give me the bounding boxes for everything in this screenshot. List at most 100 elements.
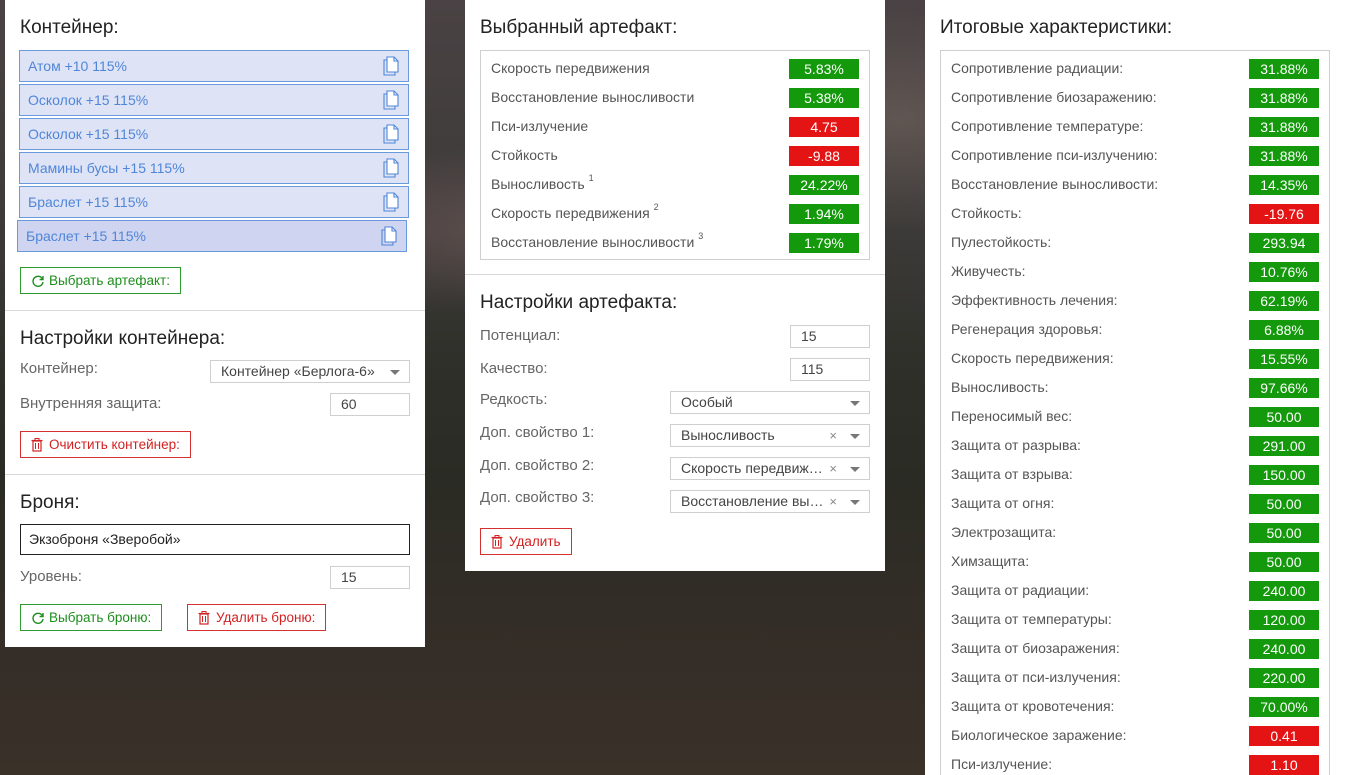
stat-name-text: Сопротивление биозаражению: xyxy=(951,89,1157,105)
container-item-label: Браслет +15 115% xyxy=(28,194,148,210)
container-item[interactable]: Осколок +15 115% xyxy=(19,118,409,150)
trash-icon xyxy=(198,611,210,625)
delete-armor-label: Удалить броню: xyxy=(216,610,316,625)
stat-name-text: Восстановление выносливости: xyxy=(951,176,1159,192)
stat-value-badge: 50.00 xyxy=(1249,552,1319,572)
artifact-settings-title: Настройки артефакта: xyxy=(480,292,678,313)
copy-icon[interactable] xyxy=(382,158,400,178)
stat-name-text: Биологическое заражение: xyxy=(951,727,1127,743)
stat-name-text: Восстановление выносливости xyxy=(491,234,695,250)
copy-icon[interactable] xyxy=(382,192,400,212)
container-panel: Контейнер: Атом +10 115% Осколок +15 115%… xyxy=(5,0,425,647)
stat-value-badge: 15.55% xyxy=(1249,349,1319,369)
potential-input[interactable]: 15 xyxy=(790,325,870,348)
copy-icon[interactable] xyxy=(382,56,400,76)
chevron-down-icon xyxy=(390,370,400,375)
stat-name-text: Стойкость: xyxy=(951,205,1022,221)
container-item[interactable]: Мамины бусы +15 115% xyxy=(19,152,409,184)
stat-name: Восстановление выносливости: xyxy=(951,176,1158,192)
stat-value-badge: 50.00 xyxy=(1249,523,1319,543)
armor-input[interactable]: Экзоброня «Зверобой» xyxy=(20,524,410,555)
summary-stats-box: Сопротивление радиации: 31.88% Сопротивлен… xyxy=(940,50,1330,775)
stat-value-badge: 5.38% xyxy=(789,88,859,108)
stat-name: Сопротивление радиации: xyxy=(951,60,1123,76)
stat-name: Эффективность лечения: xyxy=(951,292,1118,308)
prop1-label: Доп. свойство 1: xyxy=(480,424,595,441)
rarity-select-value: Особый xyxy=(681,394,733,410)
stat-row: Защита от разрыва: 291.00 xyxy=(951,435,1319,457)
stat-row: Защита от температуры: 120.00 xyxy=(951,609,1319,631)
stat-value-badge: 6.88% xyxy=(1249,320,1319,340)
clear-icon[interactable]: × xyxy=(829,425,837,446)
potential-label: Потенциал: xyxy=(480,327,561,344)
copy-icon[interactable] xyxy=(382,124,400,144)
delete-armor-button[interactable]: Удалить броню: xyxy=(187,604,327,631)
inner-protection-input[interactable]: 60 xyxy=(330,393,410,416)
stat-name: Защита от огня: xyxy=(951,495,1054,511)
stat-name-text: Пси-излучение xyxy=(491,118,589,134)
stat-value-badge: 24.22% xyxy=(789,175,859,195)
stat-row: Живучесть: 10.76% xyxy=(951,261,1319,283)
clear-icon[interactable]: × xyxy=(829,458,837,479)
stat-name-text: Защита от кровотечения: xyxy=(951,698,1115,714)
copy-icon[interactable] xyxy=(382,90,400,110)
stat-name: Сопротивление биозаражению: xyxy=(951,89,1157,105)
summary-title: Итоговые характеристики: xyxy=(940,17,1173,38)
stat-name-text: Стойкость xyxy=(491,147,558,163)
stat-row: Электрозащита: 50.00 xyxy=(951,522,1319,544)
stat-name-text: Скорость передвижения xyxy=(491,205,650,221)
delete-artifact-button[interactable]: Удалить xyxy=(480,528,572,555)
stat-value-badge: 120.00 xyxy=(1249,610,1319,630)
container-item[interactable]: Атом +10 115% xyxy=(19,50,409,82)
stat-name-text: Химзащита: xyxy=(951,553,1030,569)
stat-name-text: Электрозащита: xyxy=(951,524,1057,540)
stat-name-text: Защита от биозаражения: xyxy=(951,640,1120,656)
stat-row: Сопротивление пси-излучению: 31.88% xyxy=(951,145,1319,167)
container-item[interactable]: Браслет +15 115% xyxy=(17,220,407,252)
stat-name: Пулестойкость: xyxy=(951,234,1051,250)
stat-row: Эффективность лечения: 62.19% xyxy=(951,290,1319,312)
delete-artifact-label: Удалить xyxy=(509,534,561,549)
stat-row: Химзащита: 50.00 xyxy=(951,551,1319,573)
container-item[interactable]: Браслет +15 115% xyxy=(19,186,409,218)
stat-name: Переносимый вес: xyxy=(951,408,1072,424)
select-armor-button[interactable]: Выбрать броню: xyxy=(20,604,163,631)
container-item-label: Осколок +15 115% xyxy=(28,92,149,108)
container-title: Контейнер: xyxy=(20,17,119,38)
clear-container-button[interactable]: Очистить контейнер: xyxy=(20,431,191,458)
stat-name: Стойкость: xyxy=(951,205,1022,221)
stat-value-badge: 220.00 xyxy=(1249,668,1319,688)
stat-value-badge: 31.88% xyxy=(1249,117,1319,137)
divider xyxy=(5,310,425,311)
copy-icon[interactable] xyxy=(380,226,398,246)
stat-row: Восстановление выносливости: 14.35% xyxy=(951,174,1319,196)
stat-value-badge: 291.00 xyxy=(1249,436,1319,456)
stat-name-text: Пулестойкость: xyxy=(951,234,1052,250)
prop3-select[interactable]: Восстановление выносливости × xyxy=(670,490,870,513)
stat-name-text: Скорость передвижения xyxy=(491,60,650,76)
stat-name-text: Скорость передвижения: xyxy=(951,350,1114,366)
container-item-label: Осколок +15 115% xyxy=(28,126,149,142)
rarity-select[interactable]: Особый xyxy=(670,391,870,414)
stat-name-text: Живучесть: xyxy=(951,263,1026,279)
stat-name: Защита от температуры: xyxy=(951,611,1112,627)
container-item[interactable]: Осколок +15 115% xyxy=(19,84,409,116)
clear-icon[interactable]: × xyxy=(829,491,837,512)
stat-name-text: Защита от температуры: xyxy=(951,611,1112,627)
stat-row: Переносимый вес: 50.00 xyxy=(951,406,1319,428)
stat-row: Защита от огня: 50.00 xyxy=(951,493,1319,515)
stat-value-badge: 31.88% xyxy=(1249,59,1319,79)
stat-name-text: Выносливость xyxy=(491,176,585,192)
prop3-label: Доп. свойство 3: xyxy=(480,489,595,506)
container-select[interactable]: Контейнер «Берлога-6» xyxy=(210,360,410,383)
select-artifact-button[interactable]: Выбрать артефакт: xyxy=(20,267,181,294)
level-input[interactable]: 15 xyxy=(330,566,410,589)
stat-footnote: 2 xyxy=(653,202,659,212)
stat-row: Скорость передвижения 2 1.94% xyxy=(491,202,859,225)
quality-input[interactable]: 115 xyxy=(790,358,870,381)
prop1-select[interactable]: Выносливость × xyxy=(670,424,870,447)
prop2-select[interactable]: Скорость передвижения × xyxy=(670,457,870,480)
stat-name: Живучесть: xyxy=(951,263,1026,279)
stat-row: Защита от радиации: 240.00 xyxy=(951,580,1319,602)
stat-value-badge: 0.41 xyxy=(1249,726,1319,746)
